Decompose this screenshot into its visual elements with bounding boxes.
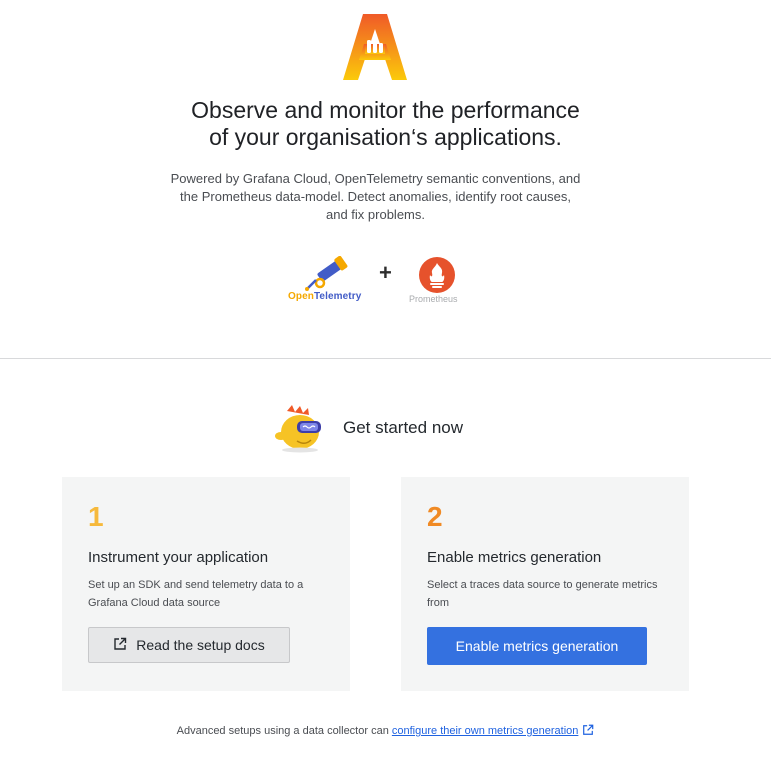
step-description: Select a traces data source to generate … (427, 579, 658, 609)
page-subtitle: Powered by Grafana Cloud, OpenTelemetry … (170, 171, 581, 222)
footer-note: Advanced setups using a data collector c… (0, 724, 771, 739)
section-divider (0, 358, 771, 359)
grot-mascot-icon (273, 403, 327, 453)
read-setup-docs-button[interactable]: Read the setup docs (88, 627, 290, 663)
configure-metrics-link[interactable]: configure their own metrics generation (392, 725, 578, 737)
prometheus-label: Prometheus (409, 294, 458, 304)
headline-line-2: of your organisation‘s applications. (209, 124, 562, 150)
otel-label-telemetry: Telemetry (313, 291, 362, 302)
enable-metrics-generation-button[interactable]: Enable metrics generation (427, 627, 647, 665)
app-logo-icon (343, 14, 407, 80)
otel-label-open: Open (288, 291, 314, 302)
get-started-title: Get started now (343, 418, 464, 437)
configure-metrics-link-label: configure their own metrics generation (391, 725, 579, 737)
step-number: 2 (427, 501, 443, 532)
plus-sign: + (379, 260, 392, 285)
read-setup-docs-label: Read the setup docs (136, 637, 265, 653)
prometheus-logo-icon (419, 257, 455, 293)
external-link-icon[interactable] (582, 724, 594, 739)
step-card-metrics: 2 Enable metrics generation Select a tra… (401, 477, 689, 691)
step-card-instrument: 1 Instrument your application Set up an … (62, 477, 350, 691)
step-description: Set up an SDK and send telemetry data to… (88, 579, 304, 609)
step-title: Enable metrics generation (427, 549, 602, 566)
opentelemetry-label: OpenTelemetry (288, 291, 361, 302)
headline-line-1: Observe and monitor the performance (191, 97, 580, 123)
footer-text: Advanced setups using a data collector c… (176, 725, 389, 737)
step-title: Instrument your application (88, 549, 269, 566)
step-number: 1 (88, 501, 104, 532)
page-headline: Observe and monitor the performance of y… (0, 97, 771, 151)
external-link-icon (113, 637, 127, 654)
